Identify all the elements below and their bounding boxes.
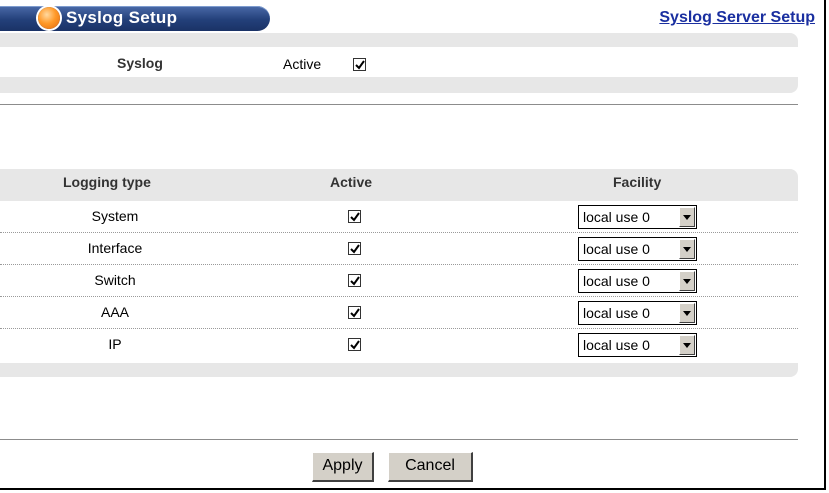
table-row: AAA local use 0 <box>0 297 798 329</box>
facility-value: local use 0 <box>583 241 650 257</box>
facility-value: local use 0 <box>583 305 650 321</box>
facility-select[interactable]: local use 0 <box>578 237 697 261</box>
checkmark-icon <box>350 276 360 286</box>
orb-icon <box>38 7 60 29</box>
logging-type-label: Interface <box>87 240 143 256</box>
logging-type-label: System <box>91 208 139 224</box>
facility-value: local use 0 <box>583 337 650 353</box>
active-checkbox[interactable] <box>348 338 361 351</box>
syslog-server-setup-link[interactable]: Syslog Server Setup <box>659 9 815 27</box>
col-header-facility: Facility <box>613 174 662 190</box>
syslog-active-checkbox[interactable] <box>353 58 366 71</box>
checkmark-icon <box>350 340 360 350</box>
active-checkbox[interactable] <box>348 242 361 255</box>
dropdown-arrow-icon[interactable] <box>679 271 695 291</box>
table-row: Interface local use 0 <box>0 233 798 265</box>
facility-value: local use 0 <box>583 273 650 289</box>
dropdown-arrow-icon[interactable] <box>679 335 695 355</box>
checkmark-icon <box>350 308 360 318</box>
logging-type-label: Switch <box>94 272 136 288</box>
table-row: System local use 0 <box>0 201 798 233</box>
chevron-down-icon <box>683 247 691 252</box>
active-checkbox[interactable] <box>348 210 361 223</box>
divider <box>0 439 798 440</box>
syslog-active-label: Active <box>283 56 322 72</box>
chevron-down-icon <box>683 311 691 316</box>
active-checkbox[interactable] <box>348 306 361 319</box>
facility-value: local use 0 <box>583 209 650 225</box>
apply-button[interactable]: Apply <box>312 452 374 482</box>
checkmark-icon <box>350 244 360 254</box>
title-bar: Syslog Setup <box>0 6 270 31</box>
col-header-active: Active <box>330 174 373 190</box>
checkmark-icon <box>355 60 365 70</box>
syslog-panel: Syslog Active <box>0 33 798 93</box>
logging-table: Logging type Active Facility System loca… <box>0 169 798 377</box>
dropdown-arrow-icon[interactable] <box>679 303 695 323</box>
facility-select[interactable]: local use 0 <box>578 301 697 325</box>
divider <box>0 104 798 105</box>
facility-select[interactable]: local use 0 <box>578 205 697 229</box>
syslog-label: Syslog <box>117 55 163 71</box>
facility-select[interactable]: local use 0 <box>578 269 697 293</box>
table-row: IP local use 0 <box>0 329 798 361</box>
facility-select[interactable]: local use 0 <box>578 333 697 357</box>
cancel-button[interactable]: Cancel <box>388 452 473 482</box>
dropdown-arrow-icon[interactable] <box>679 207 695 227</box>
active-checkbox[interactable] <box>348 274 361 287</box>
chevron-down-icon <box>683 215 691 220</box>
chevron-down-icon <box>683 343 691 348</box>
dropdown-arrow-icon[interactable] <box>679 239 695 259</box>
col-header-logging-type: Logging type <box>63 174 151 190</box>
logging-type-label: IP <box>108 336 122 352</box>
table-row: Switch local use 0 <box>0 265 798 297</box>
logging-type-label: AAA <box>100 304 129 320</box>
logging-rows: System local use 0 Interface local use 0 <box>0 201 798 363</box>
page-title: Syslog Setup <box>66 8 178 27</box>
checkmark-icon <box>350 212 360 222</box>
chevron-down-icon <box>683 279 691 284</box>
